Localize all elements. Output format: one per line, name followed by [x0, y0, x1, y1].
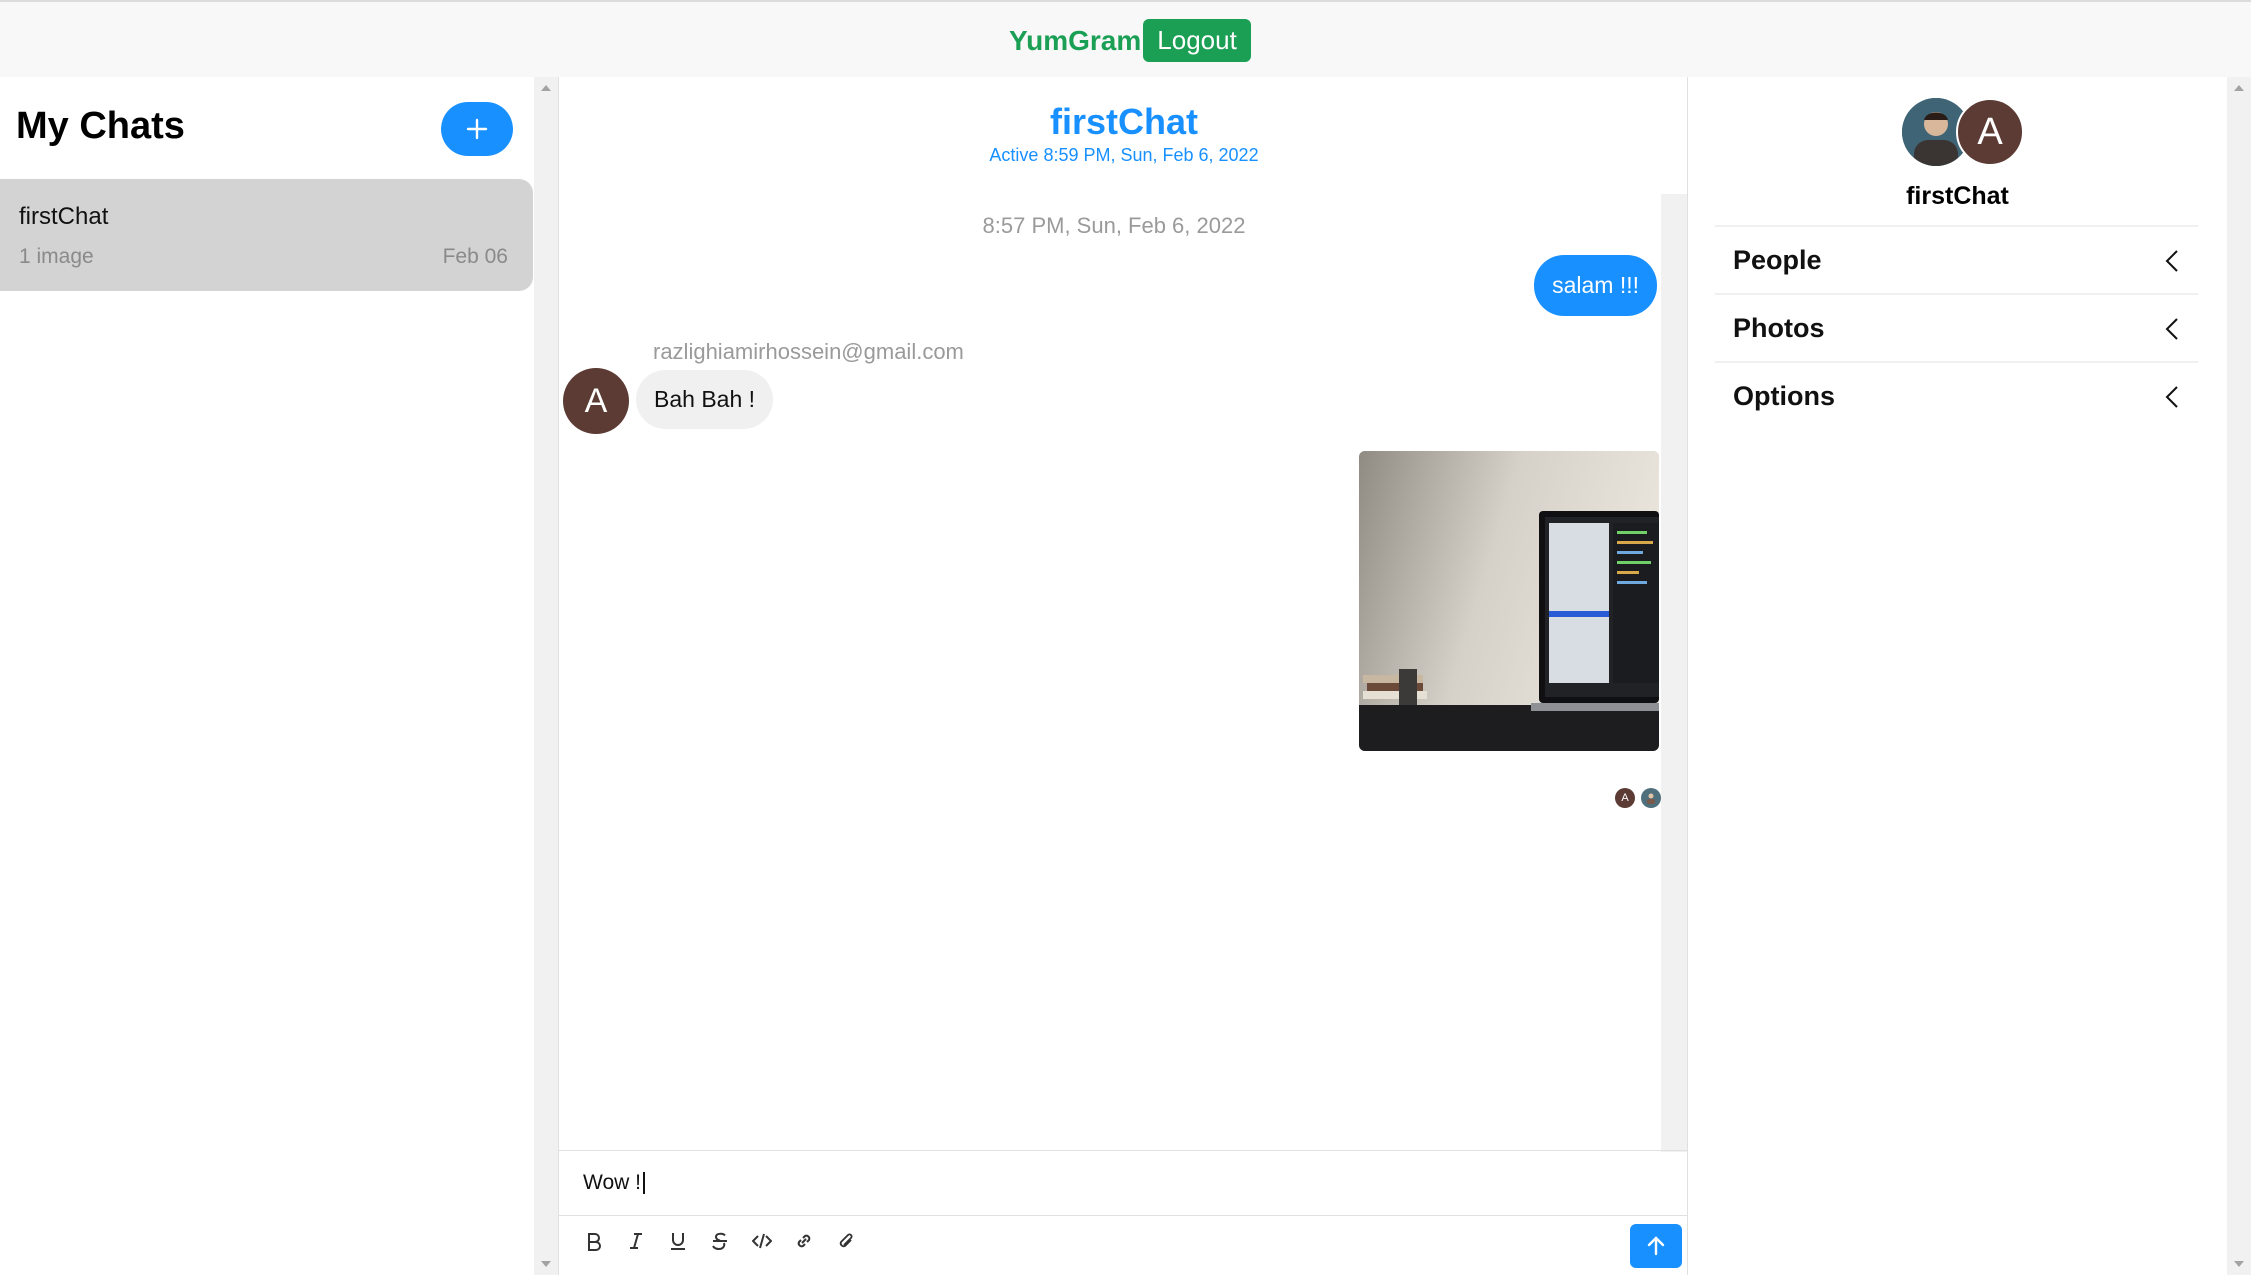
send-button[interactable]: [1630, 1224, 1682, 1268]
read-receipt-avatar: A: [1615, 788, 1635, 808]
italic-icon[interactable]: [625, 1230, 647, 1252]
section-people[interactable]: People: [1715, 225, 2198, 293]
chat-active-status: Active 8:59 PM, Sun, Feb 6, 2022: [989, 145, 1259, 165]
format-toolbar: [583, 1230, 857, 1252]
avatar: A: [1956, 98, 2024, 166]
bold-icon[interactable]: [583, 1230, 605, 1252]
sender-username: razlighiamirhossein@gmail.com: [653, 339, 964, 364]
user-photo-icon: [1647, 793, 1655, 804]
section-label: People: [1733, 245, 1822, 275]
logout-button[interactable]: Logout: [1143, 19, 1251, 62]
top-bar: YumGram Logout: [0, 0, 2251, 77]
message-date-divider: 8:57 PM, Sun, Feb 6, 2022: [982, 213, 1246, 238]
brand-logo[interactable]: YumGram: [1009, 25, 1141, 57]
chat-details-panel: A firstChat People Photos Options: [1688, 77, 2227, 1275]
chat-list-title: My Chats: [16, 105, 185, 147]
chat-item-title: firstChat: [19, 203, 109, 230]
message-composer[interactable]: Wow !: [559, 1150, 1689, 1216]
scroll-down-icon[interactable]: [2234, 1261, 2244, 1267]
section-label: Options: [1733, 381, 1835, 411]
plus-icon: [466, 118, 488, 140]
attachment-icon[interactable]: [835, 1230, 857, 1252]
chat-list-scrollbar[interactable]: [534, 77, 558, 1275]
chat-item-date: Feb 06: [442, 245, 508, 268]
scroll-up-icon[interactable]: [541, 85, 551, 91]
chat-item-preview: 1 image: [19, 245, 94, 268]
message-image[interactable]: [1359, 451, 1659, 751]
underline-icon[interactable]: [667, 1230, 689, 1252]
chat-list-item[interactable]: firstChat 1 image Feb 06: [0, 179, 533, 291]
section-options[interactable]: Options: [1715, 361, 2198, 429]
chat-title: firstChat: [1049, 101, 1198, 142]
scroll-up-icon[interactable]: [2234, 85, 2244, 91]
details-scrollbar[interactable]: [2227, 77, 2251, 1275]
chevron-left-icon: [2165, 386, 2178, 408]
laptop-photo: [1359, 451, 1659, 751]
chat-avatars: A: [1902, 98, 2026, 168]
their-message-bubble: Bah Bah !: [636, 370, 774, 429]
chevron-left-icon: [2165, 318, 2178, 340]
section-photos[interactable]: Photos: [1715, 293, 2198, 361]
new-chat-button[interactable]: [441, 102, 513, 156]
section-label: Photos: [1733, 313, 1825, 343]
text-caret: [642, 1172, 645, 1195]
strikethrough-icon[interactable]: [709, 1230, 731, 1252]
arrow-up-icon: [1647, 1236, 1665, 1256]
message-input[interactable]: Wow !: [583, 1171, 645, 1195]
chat-details-title: firstChat: [1906, 182, 2009, 210]
message-scrollbar[interactable]: [1661, 194, 1687, 1152]
avatar: A: [563, 368, 629, 434]
my-message-bubble: salam !!!: [1534, 255, 1657, 316]
message-input-value: Wow !: [583, 1171, 641, 1194]
brand-wrap: YumGram Logout: [1009, 19, 1251, 62]
chat-list-panel: My Chats firstChat 1 image Feb 06: [0, 77, 534, 1275]
scroll-down-icon[interactable]: [541, 1261, 551, 1267]
chat-feed-panel: firstChat Active 8:59 PM, Sun, Feb 6, 20…: [558, 77, 1689, 1275]
read-receipt-avatar: [1641, 788, 1661, 808]
chevron-left-icon: [2165, 250, 2178, 272]
read-receipts: A: [1615, 788, 1661, 808]
code-icon[interactable]: [751, 1230, 773, 1252]
link-icon[interactable]: [793, 1230, 815, 1252]
